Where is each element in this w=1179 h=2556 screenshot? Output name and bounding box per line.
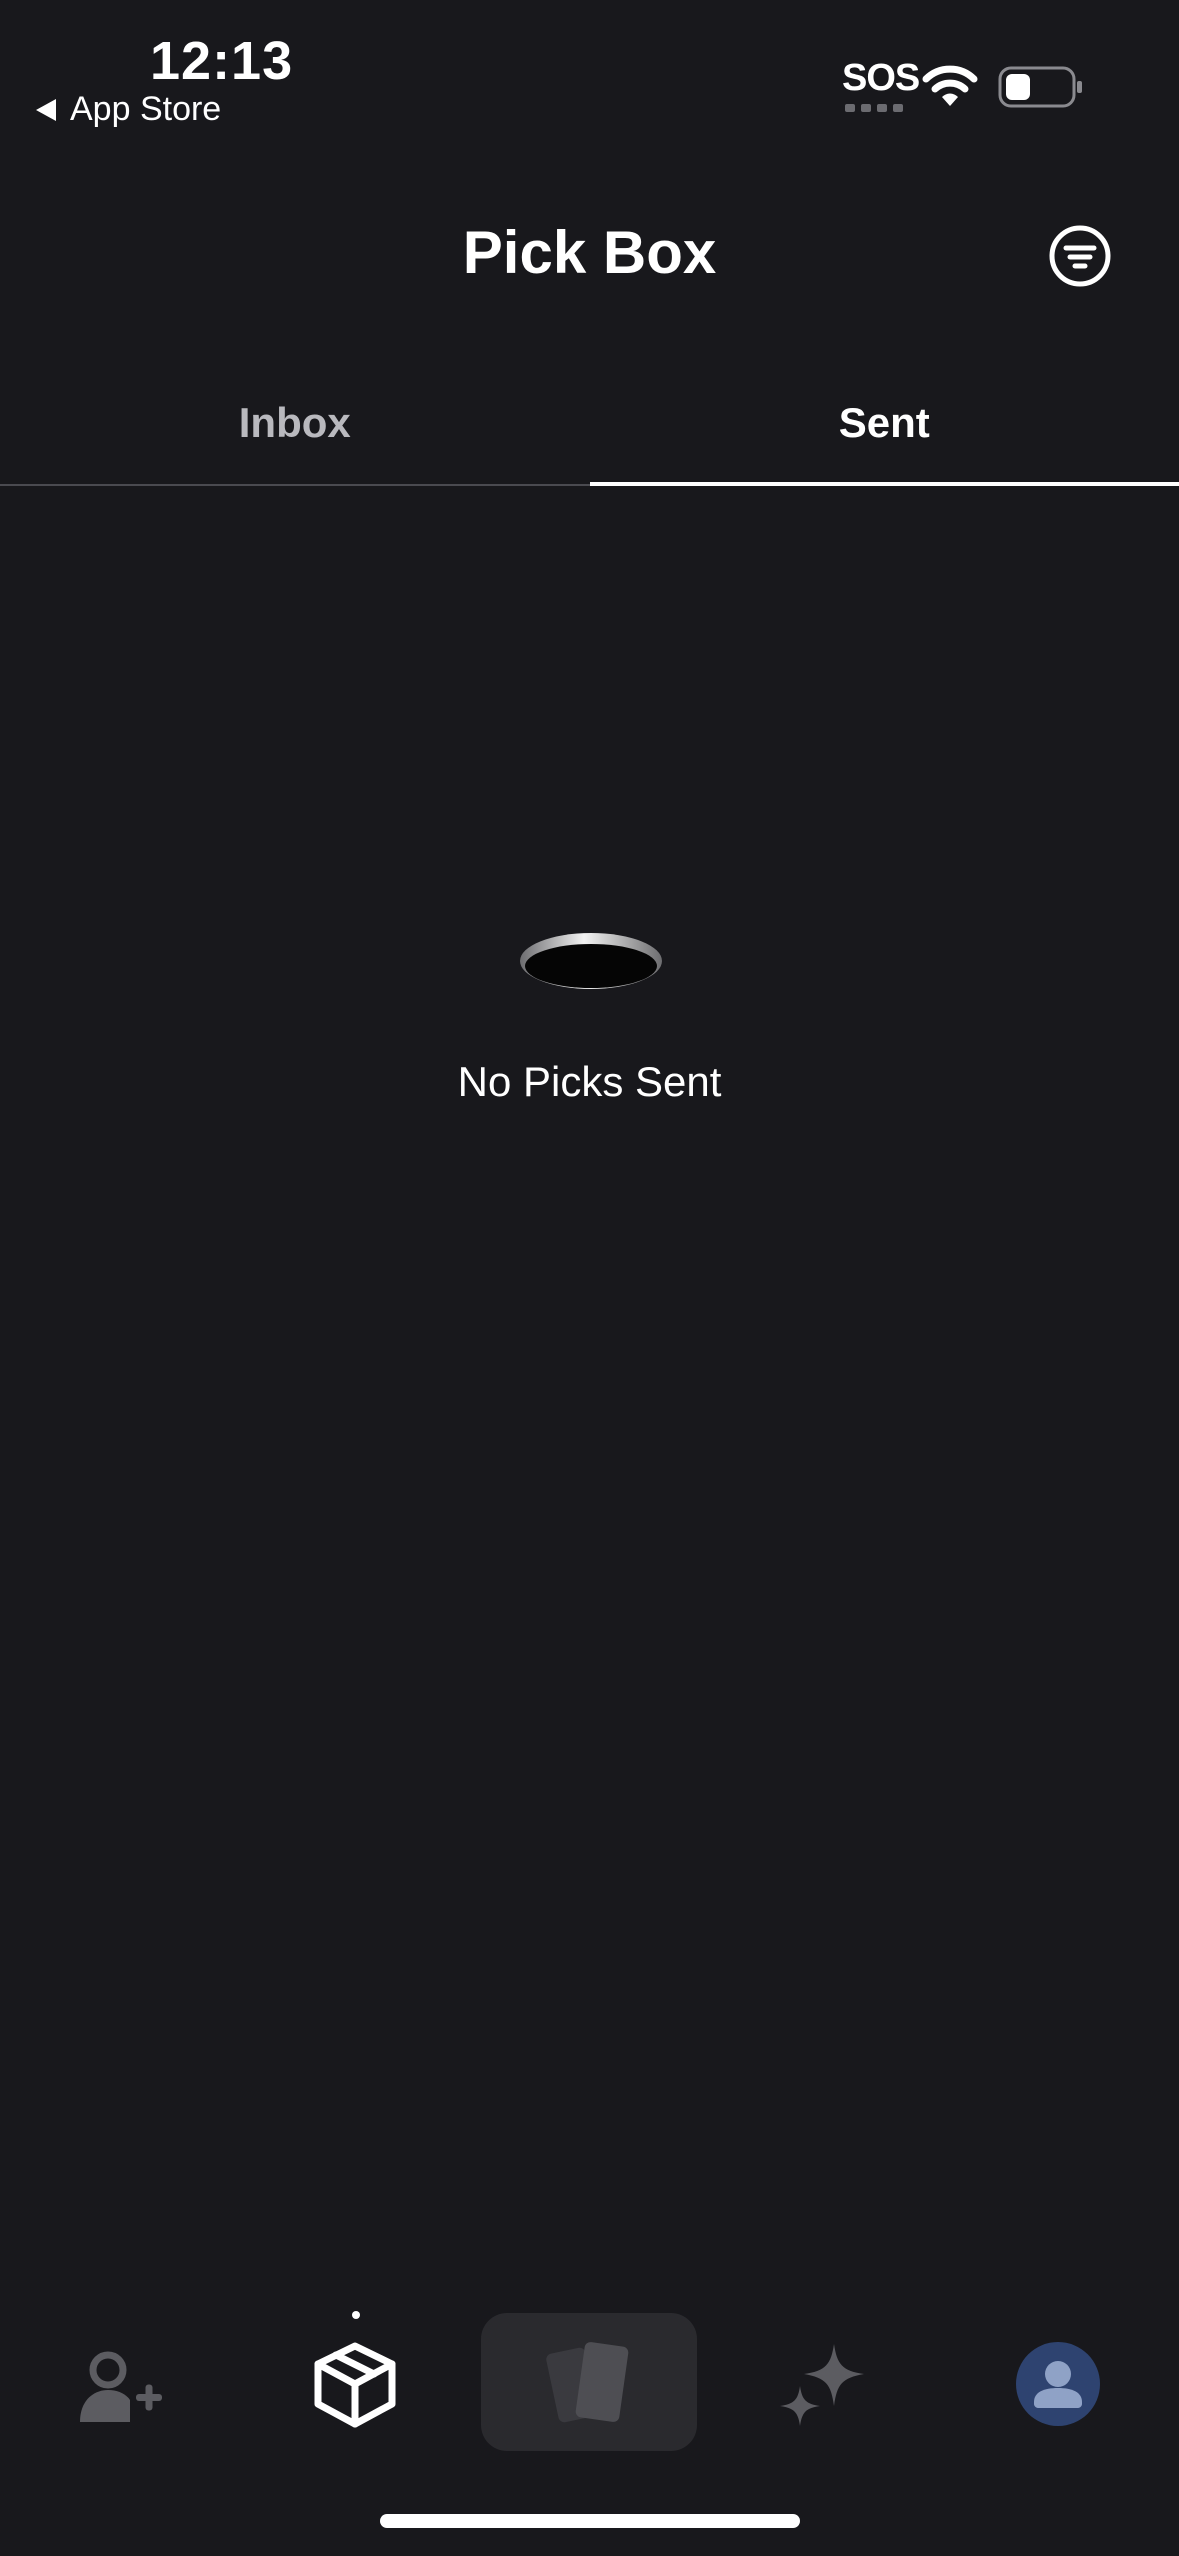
tab-sent[interactable]: Sent bbox=[589, 360, 1179, 486]
nav-add-friend-button[interactable] bbox=[78, 2348, 164, 2428]
tab-bar: Inbox Sent bbox=[0, 360, 1179, 486]
battery-icon bbox=[998, 66, 1082, 108]
sparkle-icon bbox=[780, 2344, 864, 2426]
home-indicator bbox=[380, 2514, 800, 2528]
empty-state-message: No Picks Sent bbox=[457, 1058, 722, 1105]
nav-pick-box-button[interactable] bbox=[312, 2340, 398, 2430]
page-title: Pick Box bbox=[462, 219, 717, 286]
cards-icon bbox=[546, 2342, 629, 2423]
sos-label: SOS bbox=[842, 57, 920, 99]
active-indicator-dot bbox=[352, 2311, 360, 2319]
add-friend-icon bbox=[80, 2351, 162, 2422]
tab-inbox[interactable]: Inbox bbox=[0, 360, 590, 486]
filter-button[interactable] bbox=[1048, 224, 1112, 288]
avatar-icon bbox=[1034, 2361, 1082, 2408]
back-arrow-icon bbox=[36, 98, 56, 121]
sos-indicator: SOS bbox=[842, 57, 920, 112]
signal-dots bbox=[842, 104, 906, 112]
nav-profile-button[interactable] bbox=[1016, 2342, 1100, 2426]
box-icon bbox=[314, 2342, 396, 2428]
wifi-icon bbox=[922, 65, 978, 106]
status-time: 12:13 bbox=[150, 31, 294, 91]
nav-sparkle-button[interactable] bbox=[778, 2340, 870, 2430]
hole-icon bbox=[520, 933, 662, 989]
back-to-app-store[interactable]: App Store bbox=[36, 90, 221, 129]
back-label: App Store bbox=[70, 90, 222, 128]
filter-icon bbox=[1049, 225, 1111, 287]
